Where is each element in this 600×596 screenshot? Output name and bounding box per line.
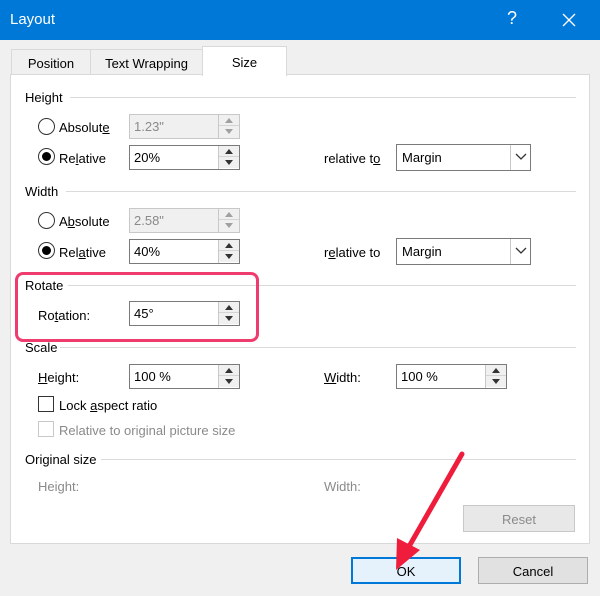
chevron-up-icon: [225, 243, 233, 248]
rotation-up[interactable]: [219, 302, 239, 313]
width-relative-to-select[interactable]: Margin: [396, 238, 531, 265]
tab-position[interactable]: Position: [11, 49, 91, 75]
height-absolute-label: Absolute: [59, 120, 110, 135]
chevron-up-icon: [492, 368, 500, 373]
scale-height-down[interactable]: [219, 376, 239, 387]
original-size-section-label: Original size: [25, 452, 97, 467]
lock-aspect-ratio-checkbox[interactable]: [38, 396, 54, 412]
width-absolute-stepper[interactable]: 2.58": [129, 208, 240, 233]
scale-width-down[interactable]: [486, 376, 506, 387]
width-absolute-value: 2.58": [134, 213, 164, 228]
original-size-divider: [101, 459, 576, 460]
height-relative-label: Relative: [59, 151, 106, 166]
height-relative-to-value: Margin: [402, 150, 442, 165]
height-absolute-down[interactable]: [219, 126, 239, 137]
scale-section-label: Scale: [25, 340, 58, 355]
arrow-icon: [396, 451, 465, 570]
rotation-stepper[interactable]: 45°: [129, 301, 240, 326]
scale-height-up[interactable]: [219, 365, 239, 376]
chevron-up-icon: [225, 368, 233, 373]
rotation-down[interactable]: [219, 313, 239, 324]
scale-width-label: Width:: [324, 370, 361, 385]
chevron-down-icon: [225, 254, 233, 259]
width-absolute-label: Absolute: [59, 214, 110, 229]
chevron-down-icon: [225, 316, 233, 321]
width-relative-stepper[interactable]: 40%: [129, 239, 240, 264]
tab-size[interactable]: Size: [202, 46, 287, 76]
chevron-up-icon: [225, 212, 233, 217]
width-relative-label: Relative: [59, 245, 106, 260]
tab-text-wrapping-label: Text Wrapping: [105, 56, 188, 71]
scale-height-stepper[interactable]: 100 %: [129, 364, 240, 389]
chevron-down-icon: [225, 379, 233, 384]
height-absolute-stepper[interactable]: 1.23": [129, 114, 240, 139]
reset-button[interactable]: Reset: [463, 505, 575, 532]
chevron-up-icon: [225, 149, 233, 154]
scale-width-up[interactable]: [486, 365, 506, 376]
chevron-down-icon: [492, 379, 500, 384]
width-relative-up[interactable]: [219, 240, 239, 251]
close-icon: [562, 13, 576, 27]
lock-aspect-ratio-label: Lock aspect ratio: [59, 398, 158, 413]
scale-width-value: 100 %: [401, 369, 438, 384]
rotation-value: 45°: [134, 306, 154, 321]
title-bar: Layout ?: [0, 0, 600, 40]
height-absolute-radio[interactable]: [38, 118, 55, 135]
height-section-label: Height: [25, 90, 63, 105]
height-relative-radio[interactable]: [38, 148, 55, 165]
chevron-up-icon: [225, 118, 233, 123]
close-button[interactable]: [552, 3, 586, 37]
width-section-label: Width: [25, 184, 59, 199]
chevron-down-icon: [225, 129, 233, 134]
cancel-button[interactable]: Cancel: [478, 557, 588, 584]
relative-original-size-label: Relative to original picture size: [59, 423, 236, 438]
height-relative-value: 20%: [134, 150, 161, 165]
tab-position-label: Position: [27, 56, 75, 71]
width-divider: [66, 191, 576, 192]
tab-size-label: Size: [231, 55, 258, 70]
height-relative-stepper[interactable]: 20%: [129, 145, 240, 170]
width-absolute-down[interactable]: [219, 220, 239, 231]
rotation-label: Rotation:: [38, 308, 91, 323]
rotate-divider: [68, 285, 576, 286]
tab-text-wrapping[interactable]: Text Wrapping: [90, 49, 203, 75]
chevron-down-icon: [515, 247, 527, 254]
height-divider: [70, 97, 576, 98]
original-width-label: Width:: [324, 479, 361, 494]
height-relative-down[interactable]: [219, 157, 239, 168]
width-absolute-up[interactable]: [219, 209, 239, 220]
height-absolute-value: 1.23": [134, 119, 164, 134]
height-relative-to-select[interactable]: Margin: [396, 144, 531, 171]
width-absolute-radio[interactable]: [38, 212, 55, 229]
height-relative-to-label: relative to: [324, 151, 381, 166]
width-relative-down[interactable]: [219, 251, 239, 262]
chevron-up-icon: [225, 305, 233, 310]
relative-original-size-checkbox[interactable]: [38, 421, 54, 437]
rotate-section-label: Rotate: [25, 278, 64, 293]
chevron-down-icon: [515, 153, 527, 160]
chevron-down-icon: [225, 160, 233, 165]
scale-divider: [60, 347, 576, 348]
window-title: Layout: [10, 11, 56, 28]
original-height-label: Height:: [38, 479, 80, 494]
width-relative-radio[interactable]: [38, 242, 55, 259]
chevron-down-icon: [225, 223, 233, 228]
scale-height-label: Height:: [38, 370, 80, 385]
help-button[interactable]: ?: [503, 8, 521, 29]
height-relative-up[interactable]: [219, 146, 239, 157]
height-absolute-up[interactable]: [219, 115, 239, 126]
scale-width-stepper[interactable]: 100 %: [396, 364, 507, 389]
width-relative-value: 40%: [134, 244, 161, 259]
width-relative-to-value: Margin: [402, 244, 442, 259]
width-relative-to-label: relative to: [324, 245, 381, 260]
scale-height-value: 100 %: [134, 369, 171, 384]
